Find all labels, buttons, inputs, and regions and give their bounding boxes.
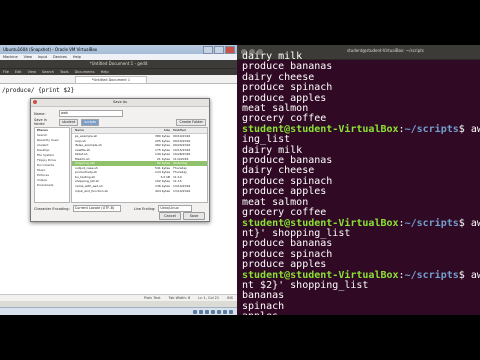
hdd-icon[interactable] [193,310,197,314]
file-modified: 13/10/2016 [173,188,191,193]
virtualbox-title: Ubuntu1604 (Snapshot) - Oracle VM Virtua… [3,47,98,52]
prompt-user: student@student-VirtualBox [242,123,399,135]
gedit-titlebar: *Untitled Document 1 - gedit [0,60,237,68]
name-label: Name: [34,111,46,116]
status-language[interactable]: Plain Text [144,295,161,301]
screen: Ubuntu1604 (Snapshot) - Oracle VM Virtua… [0,45,480,315]
gedit-tabbar: *Untitled Document 1 [0,75,237,84]
usb-icon[interactable] [205,310,209,314]
letterbox-bottom [0,315,480,360]
file-name: input_and_function.sh [75,188,109,193]
file-list: Name Size Modified ps_example.sh 380 byte… [71,127,208,203]
close-icon[interactable] [225,46,235,54]
status-cursor-pos: Ln 1, Col 21 [198,296,220,300]
prompt-path: ~/scripts [404,123,459,135]
create-folder-button[interactable]: Create Folder [176,118,206,126]
virtualbox-statusbar [0,307,237,315]
crumb-scripts[interactable]: scripts [81,118,99,126]
network-icon[interactable] [211,310,215,314]
dialog-title: Save As [113,100,127,104]
minimize-icon[interactable] [203,46,213,54]
dialog-titlebar: Save As [31,99,209,107]
status-insert-mode: INS [227,296,233,300]
gedit-menubar: File Edit View Search Tools Documents He… [0,68,237,75]
command-text: awk '/produce/ {pri [470,269,480,281]
virtualbox-titlebar: Ubuntu1604 (Snapshot) - Oracle VM Virtua… [0,45,237,54]
encoding-row: Character Encoding: Current Locale (UTF-… [34,205,193,212]
dialog-close-icon[interactable] [33,100,37,104]
gedit-statusbar: Plain Text Tab Width: 8 Ln 1, Col 21 INS [0,294,237,301]
gedit-document-tab[interactable]: *Untitled Document 1 [75,76,147,84]
status-tab-width[interactable]: Tab Width: 8 [169,295,191,301]
terminal-window[interactable]: student@student-VirtualBox: ~/scripts da… [237,45,480,315]
command-text: awk '/produce/ {pri [470,217,480,229]
line-ending-select[interactable]: Unix/Linux [158,205,193,212]
save-as-dialog: Save As Name: awk Save in folder: studen… [30,98,210,222]
column-modified[interactable]: Modified [173,128,207,133]
virtualbox-window: Ubuntu1604 (Snapshot) - Oracle VM Virtua… [0,45,237,315]
column-name[interactable]: Name [72,128,145,133]
save-in-label: Save in folder: [34,118,47,126]
command-text: awk '{print}' shopp [470,123,480,135]
shared-folder-icon[interactable] [217,310,221,314]
file-row[interactable]: input_and_function.sh 404 bytes 13/10/2016 [72,189,207,194]
cd-icon[interactable] [199,310,203,314]
cancel-button[interactable]: Cancel [159,212,181,220]
gedit-text-line[interactable]: /produce/ {print $2} [2,87,74,94]
file-size: 404 bytes [155,188,170,193]
name-row: Name: awk [34,110,123,117]
display-icon[interactable] [223,310,227,314]
prompt-path: ~/scripts [404,269,459,281]
host-key-icon[interactable] [229,310,233,314]
maximize-icon[interactable] [214,46,224,54]
encoding-label: Character Encoding: [34,206,70,211]
crumb-student[interactable]: student [59,118,79,126]
save-button[interactable]: Save [183,212,205,220]
encoding-select[interactable]: Current Locale (UTF-8) [72,205,121,212]
guest-display: *Untitled Document 1 - gedit File Edit V… [0,60,237,307]
filename-input[interactable]: awk [59,110,123,117]
place-item[interactable]: Downloads [35,183,69,188]
prompt-path: ~/scripts [404,217,459,229]
line-ending-label: Line Ending: [133,206,156,211]
prompt-user: student@student-VirtualBox [242,217,399,229]
prompt-user: student@student-VirtualBox [242,269,399,281]
places-sidebar: Places Search Recently Used student Desk… [34,127,70,203]
terminal-output[interactable]: dairy milk produce bananas dairy cheese pro… [242,51,480,315]
letterbox-top [0,0,480,45]
column-size[interactable]: Size [145,128,173,133]
folder-row: Save in folder: student scripts Create F… [34,118,206,126]
